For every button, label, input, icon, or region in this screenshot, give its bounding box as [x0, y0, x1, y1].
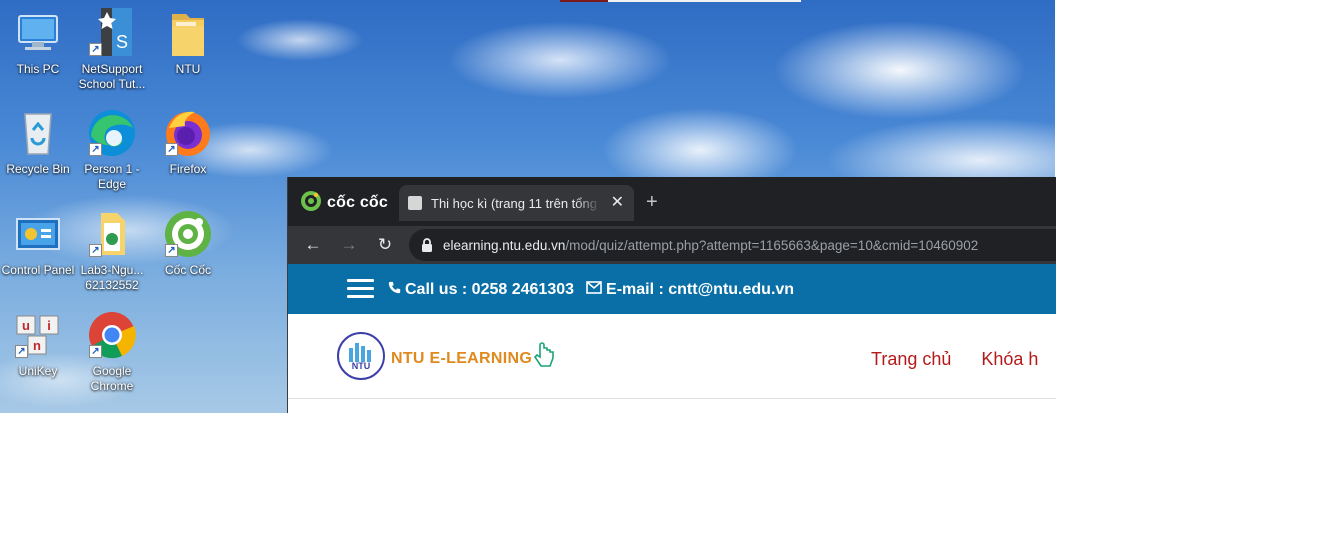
icon-label: Recycle Bin [6, 162, 70, 176]
main-menu: Trang chủ Khóa h [871, 349, 1038, 370]
folder-icon [163, 8, 213, 58]
recycle-bin-icon [13, 108, 63, 158]
reload-button[interactable]: ↻ [375, 235, 395, 255]
shortcut-arrow-icon: ↗ [89, 143, 102, 156]
phone-text: Call us : 0258 2461303 [405, 281, 575, 298]
web-page: Call us : 0258 2461303 E-mail : cntt@ntu… [288, 264, 1056, 413]
site-topbar: Call us : 0258 2461303 E-mail : cntt@ntu… [288, 264, 1056, 314]
hamburger-menu-icon[interactable] [347, 279, 374, 299]
site-logo[interactable]: NTU NTU E-LEARNING [336, 331, 556, 386]
taskbar-fragment [560, 0, 608, 2]
svg-text:u: u [22, 318, 30, 333]
icon-label: UniKey [18, 364, 58, 378]
unikey-icon: u i n ↗ [13, 310, 63, 360]
icon-label: NetSupport School Tut... [78, 62, 146, 91]
desktop-icon-this-pc[interactable]: This PC [0, 8, 76, 77]
page-favicon-icon [408, 196, 422, 210]
ntu-emblem-icon: NTU [336, 331, 386, 386]
document-icon: ↗ [87, 209, 137, 259]
desktop-icon-edge[interactable]: ↗ Person 1 - Edge [74, 108, 150, 192]
icon-label: Lab3-Ngu... 62132552 [80, 263, 144, 292]
netsupport-icon: S ↗ [87, 8, 137, 58]
icon-label: NTU [175, 62, 201, 76]
svg-text:S: S [116, 32, 128, 52]
chrome-icon: ↗ [87, 310, 137, 360]
back-button[interactable]: ← [303, 235, 323, 255]
desktop-icon-firefox[interactable]: ↗ Firefox [150, 108, 226, 177]
new-tab-button[interactable]: + [646, 190, 658, 214]
tab-title: Thi học kì (trang 11 trên tổng [431, 195, 597, 211]
browser-toolbar: ← → ↻ elearning.ntu.edu.vn/mod/quiz/atte… [288, 226, 1056, 264]
desktop-icon-netsupport[interactable]: S ↗ NetSupport School Tut... [74, 8, 150, 92]
email-icon [586, 281, 602, 299]
desktop-icon-coccoc[interactable]: ↗ Cốc Cốc [150, 209, 226, 278]
coccoc-icon: ↗ [163, 209, 213, 259]
contact-info: Call us : 0258 2461303 E-mail : cntt@ntu… [388, 281, 794, 299]
desktop-icon-unikey[interactable]: u i n ↗ UniKey [0, 310, 76, 379]
coccoc-logo-icon [300, 190, 322, 217]
firefox-icon: ↗ [163, 108, 213, 158]
email-link[interactable]: E-mail : cntt@ntu.edu.vn [606, 281, 794, 299]
icon-label: This PC [16, 62, 60, 76]
shortcut-arrow-icon: ↗ [89, 244, 102, 257]
address-bar[interactable]: elearning.ntu.edu.vn/mod/quiz/attempt.ph… [409, 229, 1056, 261]
shortcut-arrow-icon: ↗ [89, 43, 102, 56]
icon-label: Person 1 - Edge [84, 162, 140, 191]
logo-text: NTU E-LEARNING [391, 349, 533, 367]
desktop-icon-ntu[interactable]: NTU [150, 8, 226, 77]
site-header: NTU NTU E-LEARNING Trang chủ Khóa h [288, 314, 1056, 399]
url-host: elearning.ntu.edu.vn [443, 237, 566, 253]
desktop-icon-control-panel[interactable]: Control Panel [0, 209, 76, 278]
browser-brand[interactable]: cốc cốc [300, 190, 388, 217]
tab-active[interactable]: Thi học kì (trang 11 trên tổng ✕ [399, 185, 634, 221]
shortcut-arrow-icon: ↗ [89, 345, 102, 358]
control-panel-icon [13, 209, 63, 259]
lock-icon[interactable] [419, 237, 435, 253]
menu-item-home[interactable]: Trang chủ [871, 349, 951, 370]
desktop-icon-lab3[interactable]: ↗ Lab3-Ngu... 62132552 [74, 209, 150, 293]
brand-name: cốc cốc [327, 194, 388, 211]
icon-label: Firefox [169, 162, 207, 176]
shortcut-arrow-icon: ↗ [165, 244, 178, 257]
edge-icon: ↗ [87, 108, 137, 158]
icon-label: Google Chrome [90, 364, 134, 393]
logo-badge: NTU [352, 361, 371, 371]
desktop-icon-chrome[interactable]: ↗ Google Chrome [74, 310, 150, 394]
forward-button[interactable]: → [339, 235, 359, 255]
shortcut-arrow-icon: ↗ [165, 143, 178, 156]
menu-item-courses[interactable]: Khóa h [981, 349, 1038, 370]
shortcut-arrow-icon: ↗ [15, 345, 28, 358]
phone-icon [388, 281, 401, 299]
svg-text:n: n [33, 338, 41, 353]
close-tab-icon[interactable]: ✕ [611, 194, 624, 212]
this-pc-icon [13, 8, 63, 58]
tab-strip: cốc cốc Thi học kì (trang 11 trên tổng ✕… [288, 177, 1056, 226]
window-fragment [608, 0, 801, 2]
url-path: /mod/quiz/attempt.php?attempt=1165663&pa… [565, 237, 979, 253]
icon-label: Cốc Cốc [164, 263, 211, 277]
icon-label: Control Panel [1, 263, 75, 277]
browser-window: cốc cốc Thi học kì (trang 11 trên tổng ✕… [287, 177, 1056, 413]
pointer-hand-icon [532, 341, 556, 376]
svg-text:i: i [47, 318, 51, 333]
url-text: elearning.ntu.edu.vn/mod/quiz/attempt.ph… [443, 238, 978, 253]
desktop-icon-recycle-bin[interactable]: Recycle Bin [0, 108, 76, 177]
